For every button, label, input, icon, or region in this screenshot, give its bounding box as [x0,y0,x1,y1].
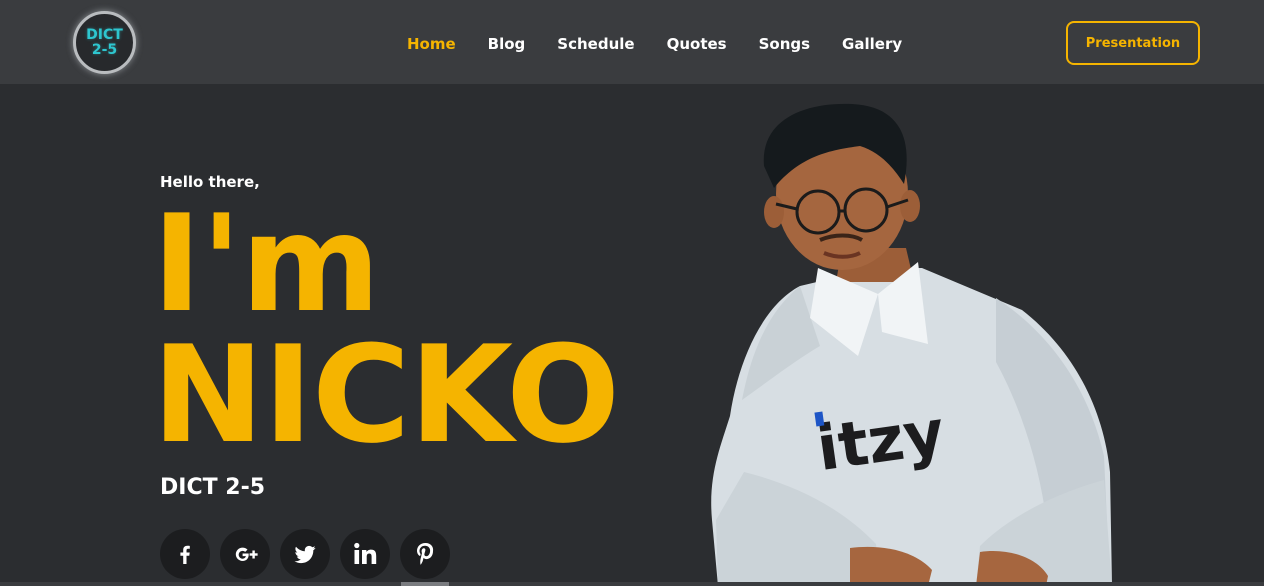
hero-subtitle: DICT 2-5 [160,475,266,500]
hero-title-line-1: I'm [152,186,381,342]
nav-item-songs[interactable]: Songs [759,34,810,54]
hero-title-line-2: NICKO [152,317,620,473]
facebook-icon [180,545,190,564]
navbar: DICT 2-5 Home Blog Schedule Quotes Songs… [0,0,1264,84]
linkedin-icon [354,542,377,564]
linkedin-link[interactable] [340,529,390,579]
nav-item-home[interactable]: Home [407,34,456,54]
nav-item-quotes[interactable]: Quotes [667,34,727,54]
twitter-link[interactable] [280,529,330,579]
logo-line-1: DICT [86,26,123,43]
facebook-link[interactable] [160,529,210,579]
nav-menu: Home Blog Schedule Quotes Songs Gallery [391,34,918,54]
pinterest-link[interactable] [400,529,450,579]
logo-line-2: 2-5 [91,41,118,58]
logo[interactable]: DICT 2-5 [73,11,136,74]
bottom-border [0,582,1264,586]
google-plus-icon [235,547,258,561]
twitter-icon [294,545,316,564]
presentation-button[interactable]: Presentation [1066,21,1200,65]
nav-item-schedule[interactable]: Schedule [557,34,634,54]
google-plus-link[interactable] [220,529,270,579]
nav-item-blog[interactable]: Blog [488,34,526,54]
nav-item-gallery[interactable]: Gallery [842,34,902,54]
hero-portrait-image: itzy [711,103,1112,586]
pinterest-icon [417,543,434,565]
social-links [160,529,450,579]
